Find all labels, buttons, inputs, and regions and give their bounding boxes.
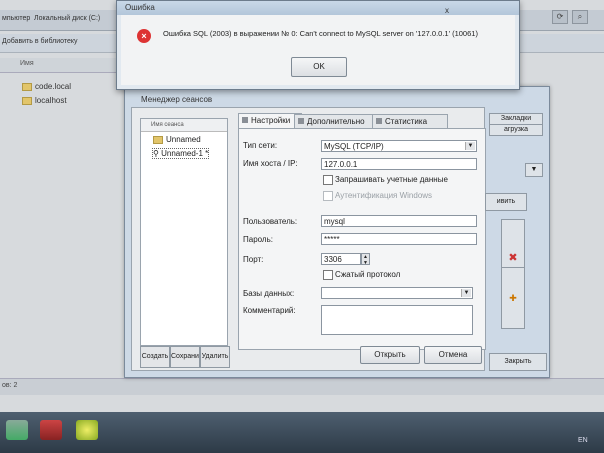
prompt-credentials-label: Запрашивать учетные данные (335, 175, 448, 184)
add-icon[interactable]: ✚ (501, 267, 525, 329)
databases-label: Базы данных: (243, 289, 295, 298)
tab-statistics[interactable]: Статистика (372, 114, 448, 128)
network-type-label: Тип сети: (243, 141, 278, 150)
password-label: Пароль: (243, 235, 273, 244)
windows-auth-checkbox[interactable] (323, 191, 333, 201)
wrench-icon (242, 117, 248, 123)
chart-app-icon[interactable] (6, 420, 28, 440)
tab-settings[interactable]: Настройки (238, 113, 302, 129)
compressed-label: Сжатый протокол (335, 270, 401, 279)
close-icon[interactable]: x (445, 7, 453, 15)
delete-session-button[interactable]: Удалить (200, 346, 230, 368)
save-session-button[interactable]: Сохранить (170, 346, 200, 368)
ok-button[interactable]: OK (291, 57, 347, 77)
pencil-icon (298, 118, 304, 124)
app-icon[interactable] (40, 420, 62, 440)
folder-icon (22, 96, 32, 105)
network-type-select[interactable]: MySQL (TCP/IP) ▼ (321, 140, 477, 152)
dialog-title: Ошибка (125, 3, 155, 12)
folder-icon (22, 82, 32, 91)
chevron-down-icon[interactable]: ▼ (525, 163, 543, 177)
language-indicator[interactable]: EN (578, 437, 588, 444)
chart-icon (376, 118, 382, 124)
list-item[interactable]: code.local (22, 82, 71, 91)
compressed-checkbox[interactable] (323, 270, 333, 280)
tab-load[interactable]: агрузка (489, 124, 543, 136)
close-button[interactable]: Закрыть (489, 353, 547, 371)
tab-advanced[interactable]: Дополнительно (294, 114, 380, 128)
session-item[interactable]: Unnamed (153, 135, 201, 144)
comment-textarea[interactable] (321, 305, 473, 335)
session-manager-window: Менеджер сеансов Имя сеанса Unnamed ⚲ Un… (124, 86, 550, 378)
error-message: Ошибка SQL (2003) в выражении № 0: Can't… (163, 29, 478, 38)
dialog-body: × Ошибка SQL (2003) в выражении № 0: Can… (121, 15, 515, 85)
settings-panel: Тип сети: MySQL (TCP/IP) ▼ Имя хоста / IP… (238, 128, 486, 350)
error-icon: × (137, 29, 151, 43)
update-button[interactable]: ивить (485, 193, 527, 211)
prompt-credentials-checkbox[interactable] (323, 175, 333, 185)
dialog-titlebar: Ошибка (117, 1, 519, 15)
user-input[interactable]: mysql (321, 215, 477, 227)
port-stepper[interactable]: ▲ ▼ (361, 253, 370, 266)
status-bar: ов: 2 (0, 378, 604, 395)
session-item-selected[interactable]: ⚲ Unnamed-1 * (151, 148, 210, 159)
session-manager-body: Имя сеанса Unnamed ⚲ Unnamed-1 * Создать… (131, 107, 486, 371)
comment-label: Комментарий: (243, 306, 296, 315)
new-session-button[interactable]: Создать (140, 346, 170, 368)
session-tree[interactable]: Имя сеанса Unnamed ⚲ Unnamed-1 * (140, 118, 228, 346)
port-label: Порт: (243, 255, 264, 264)
window-title: Менеджер сеансов (141, 95, 213, 104)
tree-header: Имя сеанса (141, 119, 227, 132)
open-button[interactable]: Открыть (360, 346, 420, 364)
host-input[interactable]: 127.0.0.1 (321, 158, 477, 170)
user-label: Пользователь: (243, 217, 298, 226)
databases-select[interactable]: ▼ (321, 287, 473, 299)
column-header-name[interactable]: Имя (0, 58, 120, 73)
breadcrumb-computer[interactable]: мпьютер (2, 15, 30, 22)
refresh-icon[interactable]: ⟳ (552, 10, 568, 24)
chevron-down-icon: ▼ (465, 142, 475, 150)
search-icon[interactable]: ⌕ (572, 10, 588, 24)
password-input[interactable]: ***** (321, 233, 477, 245)
folder-icon (153, 135, 163, 144)
add-to-library-button[interactable]: Добавить в библиотеку (2, 38, 78, 45)
cancel-button[interactable]: Отмена (424, 346, 482, 364)
breadcrumb-drive[interactable]: Локальный диск (C:) (34, 15, 100, 22)
chevron-down-icon: ▼ (461, 289, 471, 297)
heidisql-icon[interactable] (76, 420, 98, 440)
list-item[interactable]: localhost (22, 96, 67, 105)
host-label: Имя хоста / IP: (243, 159, 298, 168)
port-input[interactable]: 3306 (321, 253, 361, 265)
error-dialog: Ошибка x × Ошибка SQL (2003) в выражении… (116, 0, 520, 90)
plug-icon: ⚲ (153, 149, 162, 158)
windows-auth-label: Аутентификация Windows (335, 191, 433, 200)
